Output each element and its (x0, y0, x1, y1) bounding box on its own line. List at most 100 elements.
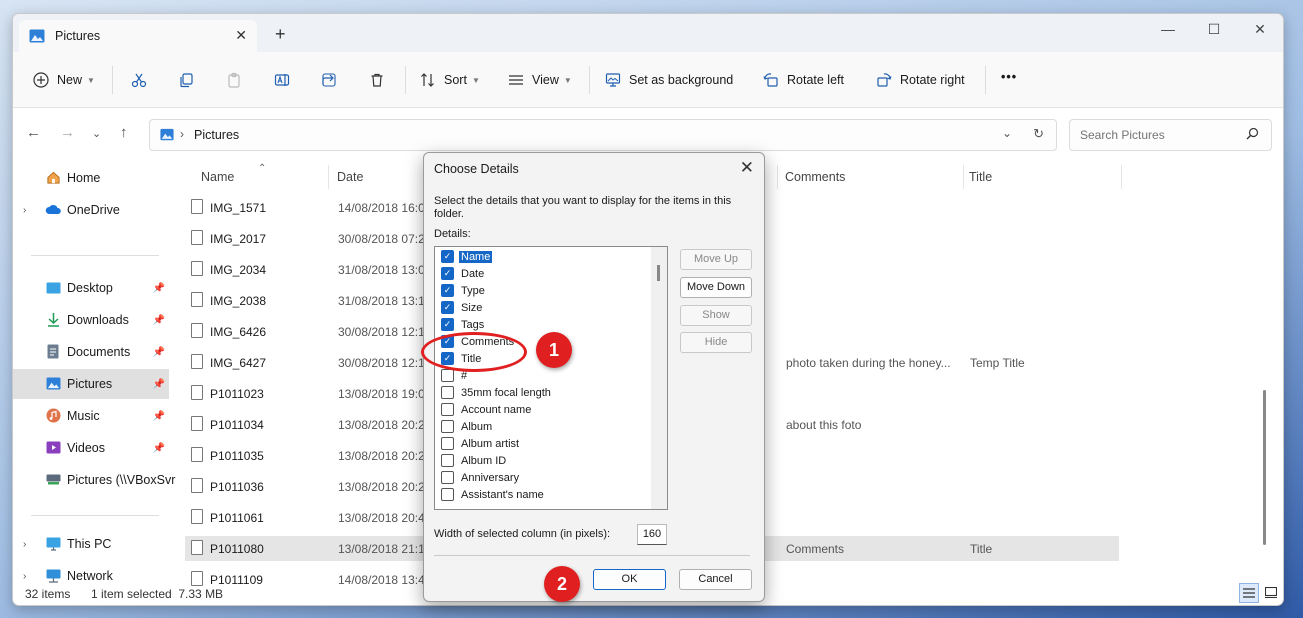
rotate-left-button[interactable]: Rotate left (763, 72, 844, 88)
cut-button[interactable] (131, 72, 155, 88)
trash-icon (369, 72, 385, 88)
sidebar-item-desktop[interactable]: Desktop 📌 (13, 273, 169, 303)
column-divider[interactable] (963, 165, 964, 189)
address-history-chevron-icon[interactable]: ⌄ (1002, 126, 1012, 140)
new-tab-button[interactable]: + (275, 24, 286, 45)
paste-button[interactable] (226, 72, 250, 88)
detail-item-account-name[interactable]: Account name (441, 401, 531, 418)
sidebar-item-home[interactable]: Home (13, 163, 169, 193)
address-bar[interactable]: › Pictures ⌄ ↻ (149, 119, 1057, 151)
pin-icon[interactable]: 📌 (153, 283, 165, 294)
checkbox-checked-icon[interactable]: ✓ (441, 301, 454, 314)
checkbox-unchecked[interactable] (441, 437, 454, 450)
chevron-right-icon[interactable]: › (23, 539, 26, 550)
checkbox-unchecked[interactable] (441, 471, 454, 484)
set-background-button[interactable]: Set as background (605, 72, 733, 88)
detail-item-assistants-name[interactable]: Assistant's name (441, 486, 544, 503)
chevron-right-icon[interactable]: › (23, 205, 26, 216)
back-arrow-icon[interactable]: ← (26, 124, 41, 141)
column-header-date[interactable]: Date (337, 170, 363, 184)
minimize-button[interactable]: — (1145, 14, 1191, 44)
checkbox-checked-icon[interactable]: ✓ (441, 250, 454, 263)
column-divider[interactable] (328, 165, 329, 189)
sidebar-item-onedrive[interactable]: › OneDrive (13, 195, 169, 225)
sidebar-item-downloads[interactable]: Downloads 📌 (13, 305, 169, 335)
detail-item-anniversary[interactable]: Anniversary (441, 469, 519, 486)
close-window-button[interactable]: ✕ (1237, 14, 1283, 44)
details-listbox[interactable]: ✓ Name ✓ Date ✓ Type ✓ Size ✓ Tags ✓ Comments … (434, 246, 668, 510)
up-arrow-icon[interactable]: ↑ (120, 124, 128, 141)
copy-button[interactable] (178, 72, 202, 88)
detail-item-tags[interactable]: ✓ Tags (441, 316, 484, 333)
sidebar-item-videos[interactable]: Videos 📌 (13, 433, 169, 463)
column-header-title[interactable]: Title (969, 170, 992, 184)
detail-item-date[interactable]: ✓ Date (441, 265, 484, 282)
detail-item-35mm-focal-length[interactable]: 35mm focal length (441, 384, 551, 401)
dialog-close-icon[interactable]: ✕ (740, 158, 754, 178)
column-header-name[interactable]: Name (201, 170, 234, 184)
vertical-scrollbar[interactable] (1263, 390, 1266, 545)
sort-button[interactable]: Sort ▼ (420, 72, 480, 88)
file-date: 13/08/2018 20:25 (338, 480, 423, 494)
ok-button[interactable]: OK (593, 569, 666, 590)
recent-locations-chevron-icon[interactable]: ⌄ (92, 127, 101, 140)
search-input[interactable] (1078, 127, 1242, 143)
detail-item-size[interactable]: ✓ Size (441, 299, 482, 316)
column-divider[interactable] (777, 165, 778, 189)
column-header-comments[interactable]: Comments (785, 170, 845, 184)
rotate-right-button[interactable]: Rotate right (876, 72, 965, 88)
details-scrollbar[interactable] (651, 247, 667, 509)
checkbox-unchecked[interactable] (441, 420, 454, 433)
detail-item-album[interactable]: Album (441, 418, 492, 435)
checkbox-checked-icon[interactable]: ✓ (441, 284, 454, 297)
breadcrumb-pictures[interactable]: Pictures (194, 128, 239, 142)
hide-button[interactable]: Hide (680, 332, 752, 353)
column-width-input[interactable]: 160 (637, 524, 667, 545)
pin-icon[interactable]: 📌 (153, 347, 165, 358)
move-up-button[interactable]: Move Up (680, 249, 752, 270)
delete-button[interactable] (369, 72, 393, 88)
tiles-view-icon[interactable] (1263, 584, 1279, 600)
rename-button[interactable] (274, 72, 298, 88)
detail-label: Name (459, 250, 493, 263)
new-button[interactable]: New ▼ (33, 72, 95, 88)
share-button[interactable] (321, 72, 345, 88)
view-button[interactable]: View ▼ (508, 72, 572, 88)
details-view-icon[interactable] (1239, 583, 1259, 603)
refresh-icon[interactable]: ↻ (1033, 126, 1044, 142)
detail-item-type[interactable]: ✓ Type (441, 282, 485, 299)
tab-close-icon[interactable]: ✕ (235, 27, 247, 44)
pin-icon[interactable]: 📌 (153, 443, 165, 454)
pin-icon[interactable]: 📌 (153, 411, 165, 422)
checkbox-unchecked[interactable] (441, 454, 454, 467)
tab-pictures[interactable]: Pictures ✕ (19, 20, 257, 52)
view-label: View (532, 73, 559, 87)
pin-icon[interactable]: 📌 (153, 379, 165, 390)
checkbox-unchecked[interactable] (441, 488, 454, 501)
show-button[interactable]: Show (680, 305, 752, 326)
forward-arrow-icon[interactable]: → (60, 124, 75, 141)
column-divider[interactable] (1121, 165, 1122, 189)
sidebar-item-documents[interactable]: Documents 📌 (13, 337, 169, 367)
detail-item-album-artist[interactable]: Album artist (441, 435, 519, 452)
chevron-right-icon[interactable]: › (23, 571, 26, 582)
detail-item-name[interactable]: ✓ Name (441, 248, 493, 265)
sidebar-item-pictures[interactable]: Pictures 📌 (13, 369, 169, 399)
sidebar-item-network-drive[interactable]: Pictures (\\VBoxSvr (13, 465, 175, 495)
search-icon[interactable] (1246, 127, 1259, 143)
maximize-button[interactable]: ☐ (1191, 14, 1237, 44)
scrollbar-thumb[interactable] (657, 265, 660, 281)
checkbox-unchecked[interactable] (441, 386, 454, 399)
search-box[interactable] (1069, 119, 1272, 151)
sidebar-item-this-pc[interactable]: › This PC (13, 529, 169, 559)
sidebar-item-music[interactable]: Music 📌 (13, 401, 169, 431)
cancel-button[interactable]: Cancel (679, 569, 752, 590)
checkbox-unchecked[interactable] (441, 403, 454, 416)
checkbox-checked-icon[interactable]: ✓ (441, 318, 454, 331)
detail-item-album-id[interactable]: Album ID (441, 452, 506, 469)
checkbox-checked-icon[interactable]: ✓ (441, 267, 454, 280)
more-options-button[interactable]: ••• (1001, 70, 1017, 84)
move-down-button[interactable]: Move Down (680, 277, 752, 298)
checkbox-unchecked[interactable] (441, 369, 454, 382)
pin-icon[interactable]: 📌 (153, 315, 165, 326)
